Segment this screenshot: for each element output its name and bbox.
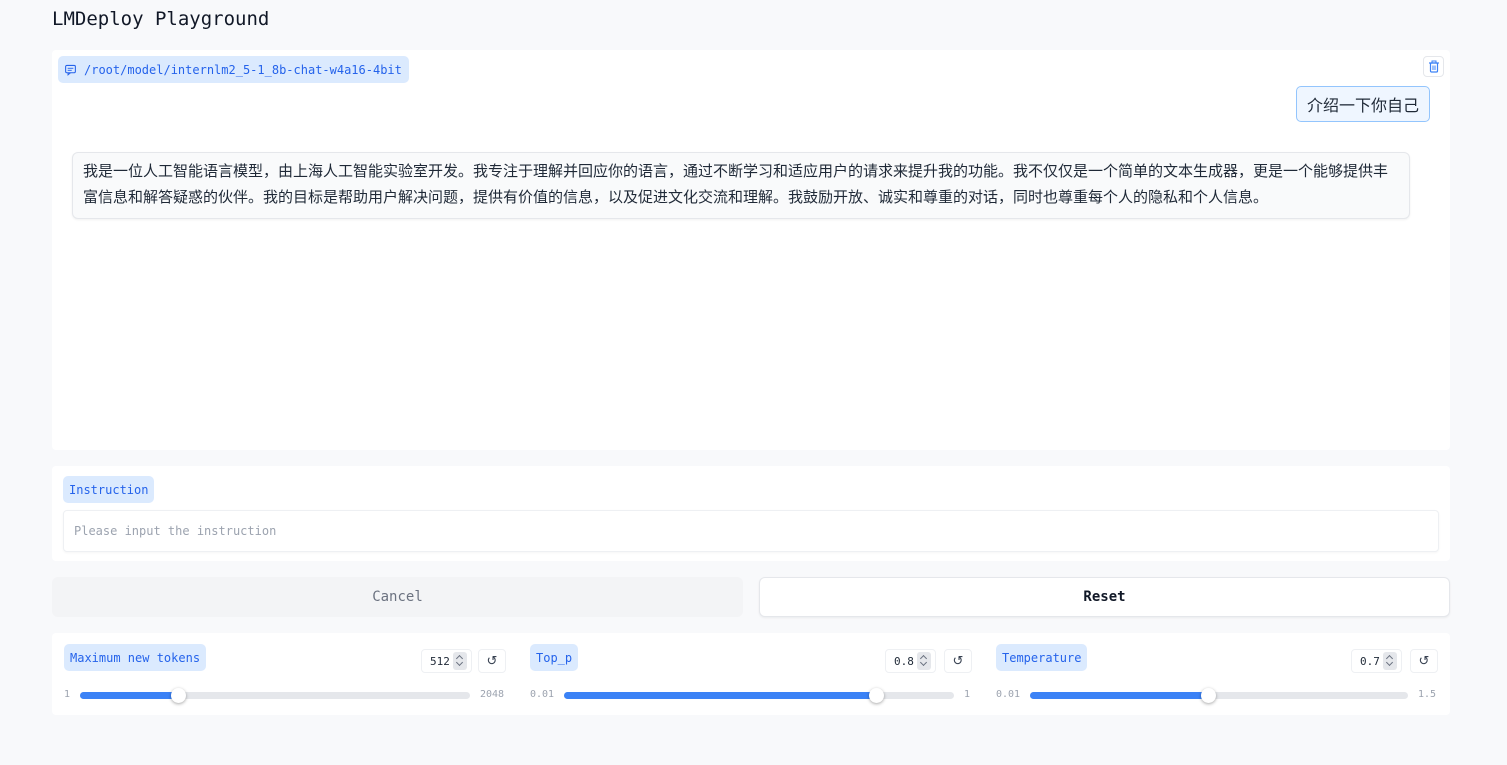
reset-button[interactable]: Reset	[759, 577, 1450, 617]
top-p-control: Top_p 0.8 ↺ 0.01 1	[530, 633, 972, 715]
instruction-label: Instruction	[63, 476, 155, 503]
max-tokens-reset-button[interactable]: ↺	[478, 649, 506, 673]
spinner-icon[interactable]	[916, 652, 931, 670]
top-p-label: Top_p	[530, 644, 579, 671]
top-p-slider[interactable]	[564, 688, 954, 703]
top-p-number[interactable]: 0.8	[885, 649, 936, 673]
trash-icon	[1428, 60, 1439, 73]
slider-fill	[1030, 692, 1208, 699]
slider-thumb[interactable]	[1200, 688, 1216, 703]
reset-icon: ↺	[1418, 653, 1430, 669]
cancel-button[interactable]: Cancel	[52, 577, 743, 617]
temperature-max: 1.5	[1418, 689, 1437, 700]
temperature-min: 0.01	[996, 689, 1021, 700]
temperature-reset-button[interactable]: ↺	[1410, 649, 1438, 673]
chatbot-panel: /root/model/internlm2_5-1_8b-chat-w4a16-…	[52, 50, 1450, 450]
spinner-icon[interactable]	[1382, 652, 1397, 670]
slider-fill	[80, 692, 178, 699]
instruction-input[interactable]	[63, 510, 1439, 552]
top-p-max: 1	[964, 689, 971, 700]
reset-icon: ↺	[486, 653, 498, 669]
temperature-slider[interactable]	[1030, 688, 1408, 703]
top-p-reset-button[interactable]: ↺	[944, 649, 972, 673]
model-path-badge: /root/model/internlm2_5-1_8b-chat-w4a16-…	[58, 56, 409, 83]
model-path-label: /root/model/internlm2_5-1_8b-chat-w4a16-…	[84, 62, 402, 77]
max-tokens-value: 512	[430, 654, 450, 668]
user-message: 介绍一下你自己	[1295, 86, 1430, 122]
params-panel: Maximum new tokens 512 ↺ 1 2048 Top_p 0.…	[52, 633, 1450, 715]
spinner-icon[interactable]	[452, 652, 467, 670]
max-tokens-control: Maximum new tokens 512 ↺ 1 2048	[64, 633, 506, 715]
temperature-value: 0.7	[1360, 654, 1380, 668]
instruction-panel: Instruction	[52, 466, 1450, 561]
max-tokens-slider[interactable]	[80, 688, 470, 703]
clear-chat-button[interactable]	[1423, 56, 1444, 77]
temperature-label: Temperature	[996, 644, 1088, 671]
max-tokens-min: 1	[64, 689, 71, 700]
temperature-control: Temperature 0.7 ↺ 0.01 1.5	[996, 633, 1438, 715]
top-p-value: 0.8	[894, 654, 914, 668]
page-title: LMDeploy Playground	[52, 8, 270, 30]
max-tokens-label: Maximum new tokens	[64, 644, 207, 671]
temperature-number[interactable]: 0.7	[1351, 649, 1402, 673]
reset-icon: ↺	[952, 653, 964, 669]
slider-thumb[interactable]	[869, 688, 884, 703]
chat-icon	[65, 64, 76, 76]
slider-thumb[interactable]	[170, 688, 186, 703]
bot-message: 我是一位人工智能语言模型，由上海人工智能实验室开发。我专注于理解并回应你的语言，…	[72, 152, 1410, 219]
max-tokens-number[interactable]: 512	[421, 649, 472, 673]
max-tokens-max: 2048	[480, 689, 505, 700]
slider-fill	[564, 692, 876, 699]
top-p-min: 0.01	[530, 689, 555, 700]
